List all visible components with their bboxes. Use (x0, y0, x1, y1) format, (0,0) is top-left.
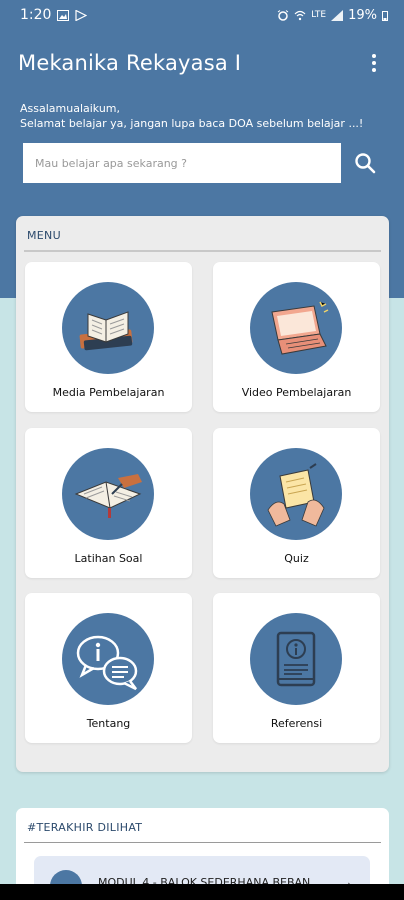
reference-book-icon (250, 613, 342, 705)
app-title: Mekanika Rekayasa I (18, 51, 242, 75)
menu-item-label: Latihan Soal (74, 552, 143, 565)
menu-item-label: Quiz (284, 552, 309, 565)
menu-item-tentang[interactable]: Tentang (25, 593, 192, 743)
menu-item-label: Video Pembelajaran (241, 386, 352, 399)
chat-info-icon (62, 613, 154, 705)
gallery-icon (57, 9, 70, 21)
status-bar: 1:20 LTE 19% (0, 0, 404, 30)
recent-divider (24, 842, 381, 843)
search-bar (23, 143, 385, 183)
menu-title: MENU (27, 229, 61, 242)
greeting-line-1: Assalamualaikum, (20, 102, 121, 115)
greeting-line-2: Selamat belajar ya, jangan lupa baca DOA… (20, 117, 364, 130)
menu-item-referensi[interactable]: Referensi (213, 593, 380, 743)
menu-divider (24, 250, 381, 252)
status-time: 1:20 (20, 7, 52, 23)
greeting-text: Assalamualaikum, Selamat belajar ya, jan… (20, 101, 390, 131)
play-store-icon (75, 9, 88, 21)
network-type: LTE (311, 10, 327, 20)
menu-item-label: Media Pembelajaran (52, 386, 165, 399)
menu-item-video-pembelajaran[interactable]: Video Pembelajaran (213, 262, 380, 412)
wifi-icon (294, 10, 306, 20)
notebook-writing-icon (62, 448, 154, 540)
system-nav-bar (0, 884, 404, 900)
menu-item-quiz[interactable]: Quiz (213, 428, 380, 578)
search-icon[interactable] (345, 143, 385, 183)
menu-card: MENU Media Pembelajaran Video Pembelajar… (16, 216, 389, 772)
menu-item-label: Tentang (86, 717, 131, 730)
menu-item-label: Referensi (270, 717, 323, 730)
paper-hands-icon (250, 448, 342, 540)
battery-icon (382, 10, 388, 21)
menu-item-media-pembelajaran[interactable]: Media Pembelajaran (25, 262, 192, 412)
alarm-icon (277, 9, 289, 21)
menu-item-latihan-soal[interactable]: Latihan Soal (25, 428, 192, 578)
battery-percent: 19% (348, 7, 377, 23)
signal-icon (331, 9, 344, 21)
more-options-icon[interactable] (362, 48, 386, 78)
laptop-icon (250, 282, 342, 374)
search-input[interactable] (23, 143, 342, 183)
books-icon (62, 282, 154, 374)
recent-title: #TERAKHIR DILIHAT (27, 821, 143, 834)
app-bar: Mekanika Rekayasa I (0, 42, 404, 84)
